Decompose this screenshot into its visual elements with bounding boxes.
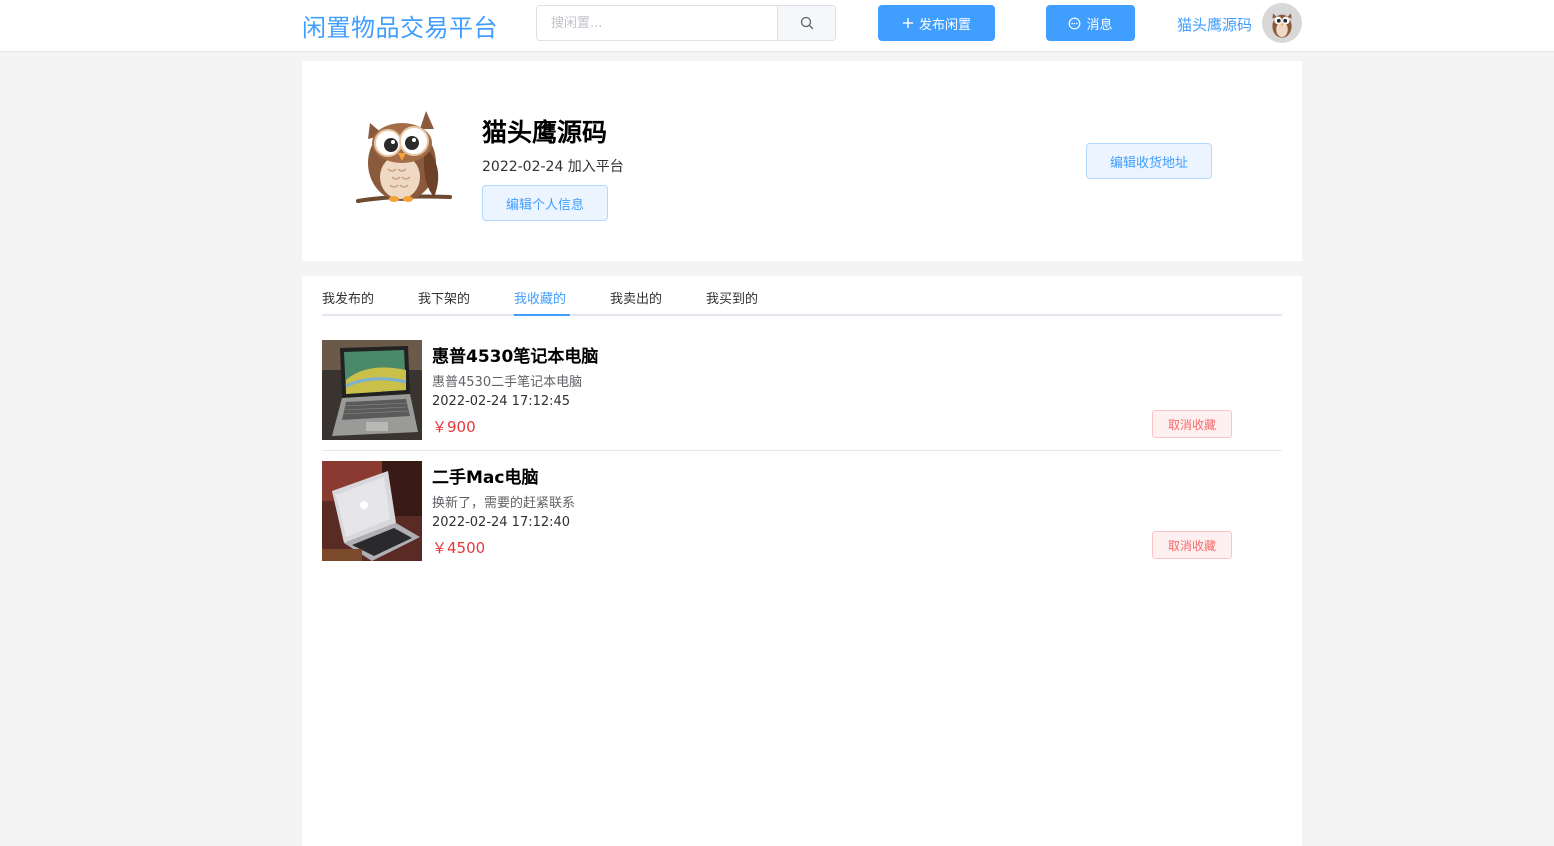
join-date: 2022-02-24 加入平台	[482, 159, 624, 175]
owl-avatar-icon	[1272, 13, 1292, 38]
edit-profile-button[interactable]: 编辑个人信息	[482, 185, 608, 221]
tab-removed[interactable]: 我下架的	[418, 288, 470, 316]
laptop-photo-icon	[322, 340, 422, 440]
publish-button[interactable]: 发布闲置	[878, 5, 995, 41]
item-description: 换新了，需要的赶紧联系	[432, 496, 576, 511]
message-button[interactable]: 消息	[1046, 5, 1135, 41]
header-avatar[interactable]	[1262, 3, 1302, 43]
list-item[interactable]: 二手Mac电脑 换新了，需要的赶紧联系 2022-02-24 17:12:40 …	[322, 461, 1282, 571]
tab-sold[interactable]: 我卖出的	[610, 288, 662, 316]
item-timestamp: 2022-02-24 17:12:45	[432, 394, 571, 409]
item-thumbnail[interactable]	[322, 340, 422, 440]
search-icon	[800, 16, 813, 30]
top-header: 闲置物品交易平台 发布闲置 消息 猫头鹰源码	[0, 0, 1554, 52]
unfavorite-button[interactable]: 取消收藏	[1152, 410, 1232, 438]
content-card: 我发布的 我下架的 我收藏的 我卖出的 我买到的 惠普4530笔记本电脑 惠普4…	[302, 276, 1302, 846]
search-button[interactable]	[777, 6, 835, 40]
list-item[interactable]: 惠普4530笔记本电脑 惠普4530二手笔记本电脑 2022-02-24 17:…	[322, 340, 1282, 451]
search-box	[536, 5, 836, 41]
item-price: ￥900	[432, 418, 476, 436]
site-logo[interactable]: 闲置物品交易平台	[302, 8, 498, 43]
plus-icon	[902, 18, 913, 28]
message-button-label: 消息	[1086, 17, 1113, 33]
header-user-name[interactable]: 猫头鹰源码	[1177, 14, 1252, 35]
tab-bar: 我发布的 我下架的 我收藏的 我卖出的 我买到的	[322, 276, 1282, 316]
owl-avatar-icon	[356, 111, 452, 203]
search-input[interactable]	[537, 6, 777, 40]
item-title[interactable]: 二手Mac电脑	[432, 463, 538, 488]
tab-published[interactable]: 我发布的	[322, 288, 374, 316]
item-price: ￥4500	[432, 539, 486, 557]
edit-address-button[interactable]: 编辑收货地址	[1086, 143, 1212, 179]
item-description: 惠普4530二手笔记本电脑	[432, 375, 583, 390]
profile-avatar	[354, 105, 454, 209]
item-timestamp: 2022-02-24 17:12:40	[432, 515, 571, 530]
macbook-photo-icon	[322, 461, 422, 561]
item-title[interactable]: 惠普4530笔记本电脑	[432, 342, 598, 367]
active-tab-indicator	[514, 314, 570, 316]
unfavorite-button[interactable]: 取消收藏	[1152, 531, 1232, 559]
item-thumbnail[interactable]	[322, 461, 422, 561]
profile-card: 猫头鹰源码 2022-02-24 加入平台 编辑个人信息 编辑收货地址	[302, 61, 1302, 261]
profile-name: 猫头鹰源码	[482, 118, 608, 147]
publish-button-label: 发布闲置	[918, 17, 971, 33]
tab-favorites[interactable]: 我收藏的	[514, 288, 566, 316]
tab-bought[interactable]: 我买到的	[706, 288, 758, 316]
chat-bubble-icon	[1069, 17, 1081, 29]
